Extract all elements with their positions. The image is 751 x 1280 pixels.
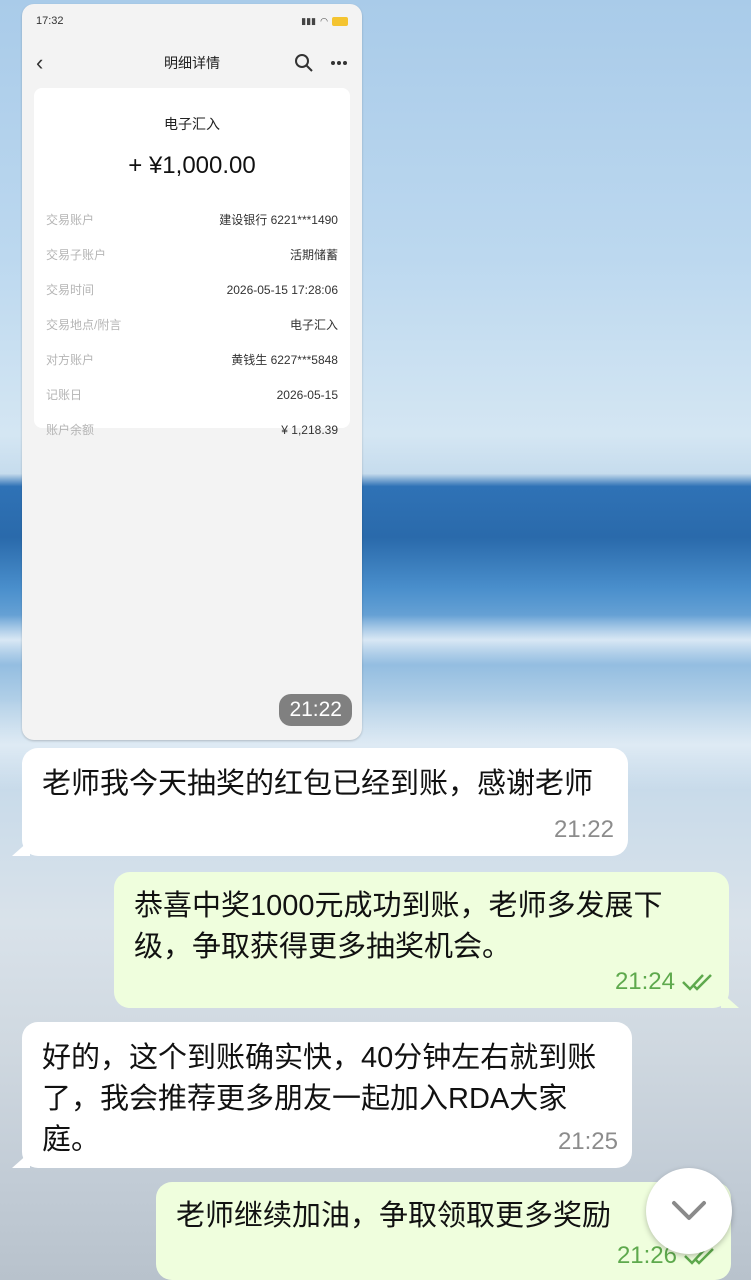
transaction-type: 电子汇入	[164, 116, 220, 132]
detail-row: 交易账户 建设银行 6221***1490	[46, 202, 338, 237]
detail-row: 账户余额 ¥ 1,218.39	[46, 412, 338, 447]
nav-bar: ‹ 明细详情	[22, 38, 362, 88]
row-value: 2026-05-15	[276, 387, 338, 402]
row-value: 黄钱生 6227***5848	[231, 353, 338, 367]
row-label: 交易账户	[46, 213, 95, 227]
row-value: 2026-05-15 17:28:06	[226, 282, 338, 297]
row-value: 活期储蓄	[289, 248, 338, 262]
row-value: 电子汇入	[289, 318, 338, 332]
search-icon	[295, 54, 313, 72]
message-bubble-incoming[interactable]: 老师我今天抽奖的红包已经到账，感谢老师 21:22	[12, 748, 628, 856]
message-text: 老师继续加油，争取领取更多奖励	[176, 1200, 612, 1232]
detail-row: 记账日 2026-05-15	[46, 377, 338, 412]
battery-icon	[332, 16, 348, 26]
transaction-card: 电子汇入 + ¥1,000.00 交易账户 建设银行 6221***1490 交易…	[34, 88, 350, 437]
message-bubble-incoming[interactable]: 好的，这个到账确实快，40分钟左右就到账了，我会推荐更多朋友一起加入RDA大家庭…	[12, 1022, 632, 1168]
chevron-down-icon	[672, 1201, 706, 1220]
message-meta: 21:25	[558, 1121, 618, 1162]
status-icons: ▮▮▮ ◠	[301, 16, 348, 27]
message-text: 恭喜中奖1000元成功到账，老师多发展下级，争取获得更多抽奖机会。	[134, 890, 663, 963]
wifi-icon: ◠	[320, 15, 328, 26]
image-timestamp: 21:22	[279, 694, 352, 726]
bubble-tail	[12, 840, 30, 856]
row-value: ¥ 1,218.39	[281, 422, 338, 437]
message-bubble-outgoing[interactable]: 老师继续加油，争取领取更多奖励 21:26	[156, 1182, 731, 1280]
row-label: 交易时间	[46, 283, 95, 297]
message-text: 老师我今天抽奖的红包已经到账，感谢老师	[42, 768, 594, 800]
message-meta: 21:24	[615, 961, 715, 1002]
detail-row: 交易子账户 活期储蓄	[46, 237, 338, 272]
message-text: 好的，这个到账确实快，40分钟左右就到账了，我会推荐更多朋友一起加入RDA大家庭…	[42, 1042, 597, 1156]
row-label: 账户余额	[46, 423, 95, 437]
scroll-down-button[interactable]	[646, 1168, 732, 1254]
bubble-tail	[721, 992, 739, 1008]
status-time: 17:32	[36, 15, 64, 27]
detail-row: 对方账户 黄钱生 6227***5848	[46, 342, 338, 377]
detail-row: 交易时间 2026-05-15 17:28:06	[46, 272, 338, 307]
row-value: 建设银行 6221***1490	[219, 213, 338, 227]
message-bubble-outgoing[interactable]: 恭喜中奖1000元成功到账，老师多发展下级，争取获得更多抽奖机会。 21:24	[114, 872, 739, 1008]
row-label: 记账日	[46, 388, 83, 402]
row-label: 交易地点/附言	[46, 318, 122, 332]
image-message[interactable]: 17:32 ▮▮▮ ◠ ‹ 明细详情 电子汇入 + ¥1,000.00 交易账户…	[22, 4, 362, 740]
detail-row: 交易地点/附言 电子汇入	[46, 307, 338, 342]
double-check-icon	[682, 973, 712, 991]
bubble-tail	[12, 1152, 30, 1168]
message-meta: 21:22	[554, 809, 614, 850]
more-icon	[331, 61, 347, 65]
transaction-amount: + ¥1,000.00	[128, 152, 256, 179]
status-bar: 17:32 ▮▮▮ ◠	[22, 4, 362, 38]
row-label: 交易子账户	[46, 248, 107, 262]
message-time: 21:24	[614, 968, 675, 995]
message-time: 21:22	[553, 816, 614, 843]
back-icon: ‹	[36, 50, 44, 75]
row-label: 对方账户	[46, 353, 95, 367]
message-time: 21:25	[557, 1128, 618, 1155]
signal-icon: ▮▮▮	[301, 15, 317, 26]
